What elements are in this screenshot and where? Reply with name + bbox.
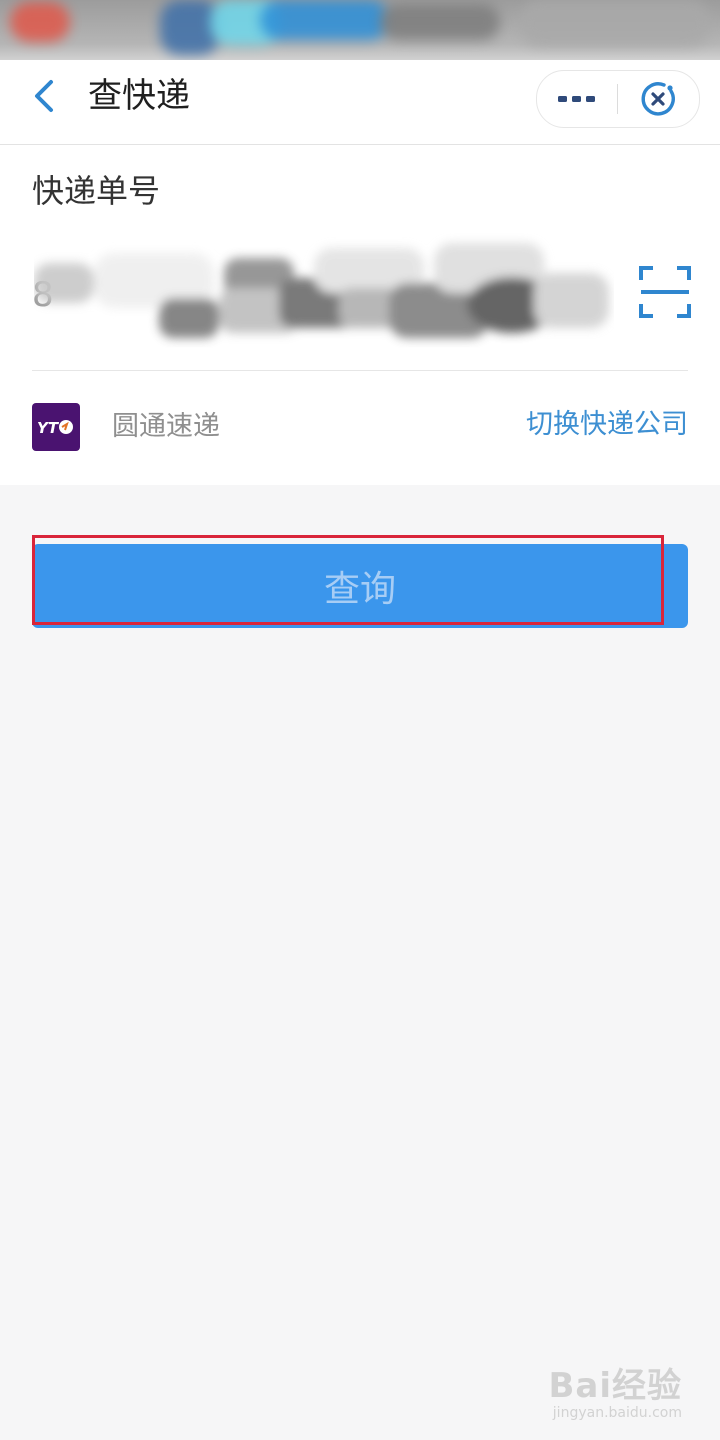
switch-courier-link[interactable]: 切换快递公司 <box>526 405 688 445</box>
mini-program-capsule <box>536 70 700 128</box>
page-title: 查快递 <box>88 76 190 116</box>
query-form-card: 快递单号 8 YT 圆通速递 切换快递公司 <box>0 145 720 485</box>
courier-company-row: YT 圆通速递 切换快递公司 <box>0 371 720 485</box>
tracking-number-input[interactable] <box>32 235 612 355</box>
baidu-jingyan-watermark: Bai经验 jingyan.baidu.com <box>548 1358 682 1421</box>
query-button[interactable]: 查询 <box>32 544 688 628</box>
close-circle-icon <box>641 82 675 116</box>
close-button[interactable] <box>618 71 698 127</box>
tracking-number-label: 快递单号 <box>32 172 161 210</box>
back-button[interactable] <box>22 74 66 118</box>
more-dots-icon <box>558 96 595 102</box>
watermark-sub: jingyan.baidu.com <box>552 1405 682 1421</box>
scan-frame-icon <box>639 266 691 318</box>
yto-logo: YT <box>32 403 80 451</box>
chevron-left-icon <box>35 80 53 112</box>
yto-logo-text: YT <box>37 419 60 437</box>
nav-header: 查快递 <box>0 60 720 145</box>
watermark-main: Bai经验 <box>548 1366 682 1406</box>
page: 查快递 快递单号 8 YT 圆通速递 切换快递公司 查询 Bai经验 jingy… <box>0 0 720 1440</box>
courier-company-name: 圆通速递 <box>112 411 220 442</box>
more-button[interactable] <box>537 71 617 127</box>
scan-button[interactable] <box>638 265 692 319</box>
